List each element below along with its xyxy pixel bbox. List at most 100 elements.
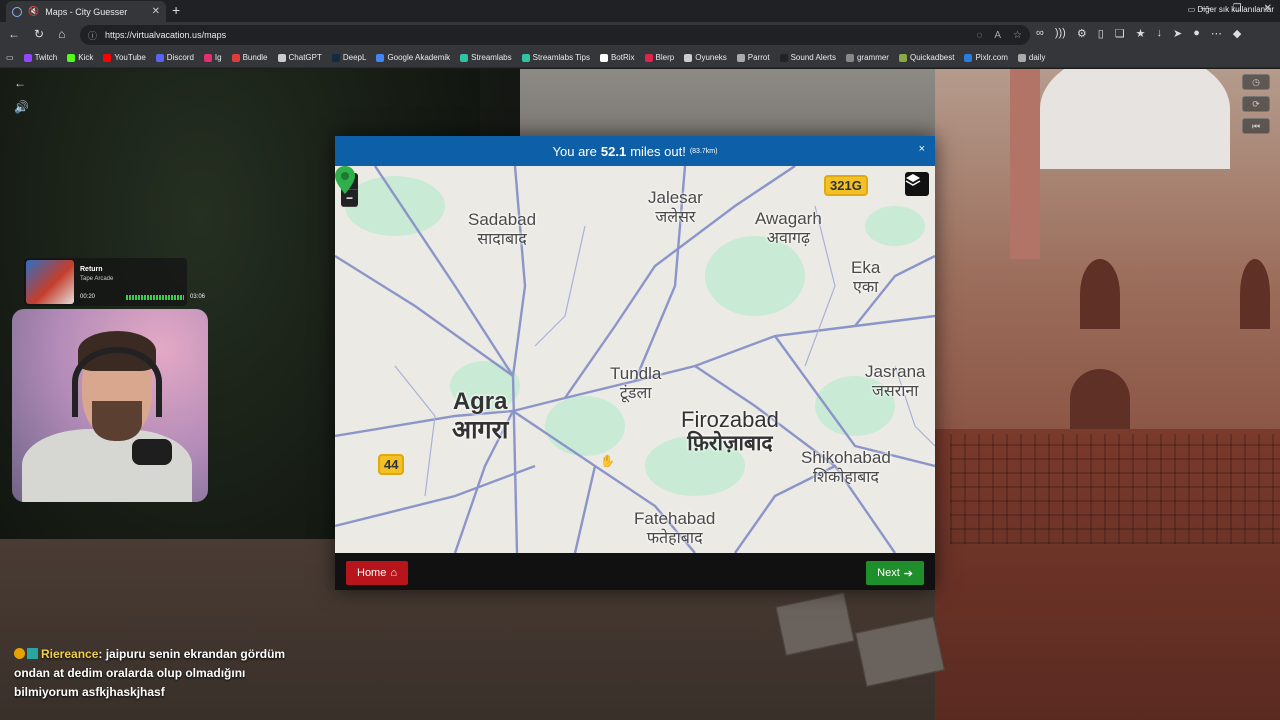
downloads-icon[interactable]: ↓ — [1157, 27, 1163, 40]
place-firozabad: Firozabad फ़िरोज़ाबाद — [681, 407, 779, 456]
bookmark-favicon-icon — [1017, 53, 1026, 62]
webcam-overlay — [12, 309, 208, 502]
home-icon[interactable]: ⌂ — [58, 27, 65, 41]
tab-title: Maps - City Guesser — [45, 6, 128, 17]
extension-icon[interactable]: ∞ — [1036, 27, 1044, 40]
arch-window — [1080, 259, 1120, 329]
audio-icon[interactable]: ))) — [1055, 27, 1066, 40]
headset — [72, 347, 162, 417]
share-icon[interactable]: ➤ — [1173, 27, 1182, 40]
modal-close-button[interactable]: × — [919, 143, 925, 155]
bookmark-parrot[interactable]: Parrot — [736, 53, 770, 62]
bookmark-kick[interactable]: Kick — [67, 53, 93, 62]
minaret — [1010, 69, 1040, 259]
bookmark-favicon-icon — [277, 53, 286, 62]
bookmark-grammer[interactable]: grammer — [845, 53, 889, 62]
bookmark-quickadbest[interactable]: Quickadbest — [898, 53, 954, 62]
next-button[interactable]: Next ➔ — [866, 561, 924, 585]
home-button[interactable]: Home ⌂ — [346, 561, 408, 585]
bookmark-favicon-icon — [964, 53, 973, 62]
hand-cursor-icon: ✋ — [600, 454, 615, 468]
extensions-puzzle-icon[interactable]: ⚙ — [1077, 27, 1087, 40]
reload-icon[interactable]: ↻ — [34, 27, 44, 41]
sub-badge-icon — [14, 648, 25, 659]
bookmark-favicon-icon — [779, 53, 788, 62]
browser-titlebar: 🔇 Maps - City Guesser ✕ + — ❐ ✕ — [0, 0, 1280, 22]
other-bookmarks[interactable]: ▭ Diğer sık kullanılanlar — [1188, 5, 1274, 14]
bookmark-bundle[interactable]: Bundle — [231, 53, 268, 62]
bookmark-sound-alerts[interactable]: Sound Alerts — [779, 53, 836, 62]
bookmark-favicon-icon — [155, 53, 164, 62]
audio-visualizer — [126, 295, 184, 300]
collections-icon[interactable]: ❏ — [1115, 27, 1125, 40]
refresh-icon[interactable]: ⟳ — [1242, 96, 1270, 112]
mute-icon[interactable]: 🔇 — [28, 6, 39, 17]
bookmark-twitch[interactable]: Twitch — [23, 53, 57, 62]
arch-window — [1070, 369, 1130, 429]
split-screen-icon[interactable]: ▯ — [1098, 27, 1104, 40]
bookmark-daily[interactable]: daily — [1017, 53, 1045, 62]
folder-icon: ▭ — [1187, 5, 1196, 14]
microphone — [132, 439, 172, 465]
new-tab-icon[interactable]: + — [172, 2, 180, 18]
url-bar[interactable]: ⓘ https://virtualvacation.us/maps ◌ A ☆ — [80, 25, 1030, 45]
tab-close-icon[interactable]: ✕ — [152, 6, 160, 17]
map-roads — [335, 166, 935, 553]
bookmark-botrix[interactable]: BotRix — [599, 53, 635, 62]
bookmark-pixlr-com[interactable]: Pixlr.com — [964, 53, 1008, 62]
highway-shield-44: 44 — [378, 454, 405, 475]
arrow-right-icon: ➔ — [903, 567, 913, 580]
bookmark-oyuneks[interactable]: Oyuneks — [684, 53, 727, 62]
bookmark-blerp[interactable]: Blerp — [644, 53, 674, 62]
bookmark-deepl[interactable]: DeepL — [331, 53, 366, 62]
back-icon[interactable]: ← — [8, 27, 20, 41]
bookmark-favicon-icon — [460, 53, 469, 62]
house-icon: ⌂ — [390, 567, 397, 579]
back-arrow-icon[interactable]: ← — [14, 76, 29, 90]
bookmark-streamlabs[interactable]: Streamlabs — [460, 53, 512, 62]
tracking-icon[interactable]: ◌ — [976, 30, 982, 41]
highway-shield-321g: 321G — [824, 175, 868, 196]
song-artist: Tape Arcade — [80, 276, 114, 282]
layers-icon — [905, 174, 921, 186]
clock-icon[interactable]: ◷ — [1242, 74, 1270, 90]
more-menu-icon[interactable]: ⋯ — [1211, 27, 1222, 40]
read-aloud-icon[interactable]: A — [994, 30, 1001, 41]
result-map[interactable]: + − Sadabadसादाबाद Jalesarजलेसर Awagarhअ… — [335, 166, 935, 553]
url-text: https://virtualvacation.us/maps — [105, 30, 227, 40]
favorite-star-icon[interactable]: ☆ — [1013, 30, 1022, 41]
copilot-icon[interactable]: ◆ — [1233, 27, 1241, 40]
bookmark-favicon-icon — [231, 53, 240, 62]
bookmark-favicon-icon — [23, 53, 32, 62]
place-awagarh: Awagarh अवागढ़ — [755, 209, 822, 247]
place-eka: Eka एका — [851, 258, 881, 296]
place-agra: Agra आगरा — [452, 388, 509, 444]
bookmark-chatgpt[interactable]: ChatGPT — [277, 53, 322, 62]
bookmark-google-akademik[interactable]: Google Akademik — [376, 53, 450, 62]
bookmark-streamlabs-tips[interactable]: Streamlabs Tips — [521, 53, 590, 62]
dome — [1040, 69, 1230, 169]
layers-button[interactable] — [905, 172, 929, 196]
place-fatehabad: Fatehabad फतेहाबाद — [634, 509, 716, 547]
bookmarks-menu-icon[interactable]: ▭ — [6, 53, 14, 62]
rewind-icon[interactable]: ⏮ — [1242, 118, 1270, 134]
sound-icon[interactable]: 🔊 — [14, 100, 29, 114]
arch-window — [1240, 259, 1270, 329]
bookmarks-bar: ▭ Twitch Kick YouTube Discord Ig Bundle ChatGP… — [0, 48, 1280, 68]
favorites-icon[interactable]: ★ — [1136, 27, 1146, 40]
result-suffix: miles out! — [630, 143, 686, 159]
site-info-icon[interactable]: ⓘ — [88, 29, 97, 42]
profile-avatar[interactable]: ● — [1193, 27, 1200, 40]
browser-tab[interactable]: 🔇 Maps - City Guesser ✕ — [6, 1, 166, 22]
bookmark-ig[interactable]: Ig — [203, 53, 222, 62]
bookmark-favicon-icon — [599, 53, 608, 62]
album-cover — [26, 260, 74, 304]
bookmark-favicon-icon — [845, 53, 854, 62]
right-controls: ◷ ⟳ ⏮ — [1242, 74, 1270, 134]
bookmark-favicon-icon — [684, 53, 693, 62]
map-pin-icon[interactable] — [335, 166, 355, 194]
bookmark-discord[interactable]: Discord — [155, 53, 194, 62]
result-modal: You are 52.1 miles out! (83.7km) × − Sad… — [335, 136, 935, 590]
bookmark-favicon-icon — [898, 53, 907, 62]
bookmark-youtube[interactable]: YouTube — [103, 53, 146, 62]
